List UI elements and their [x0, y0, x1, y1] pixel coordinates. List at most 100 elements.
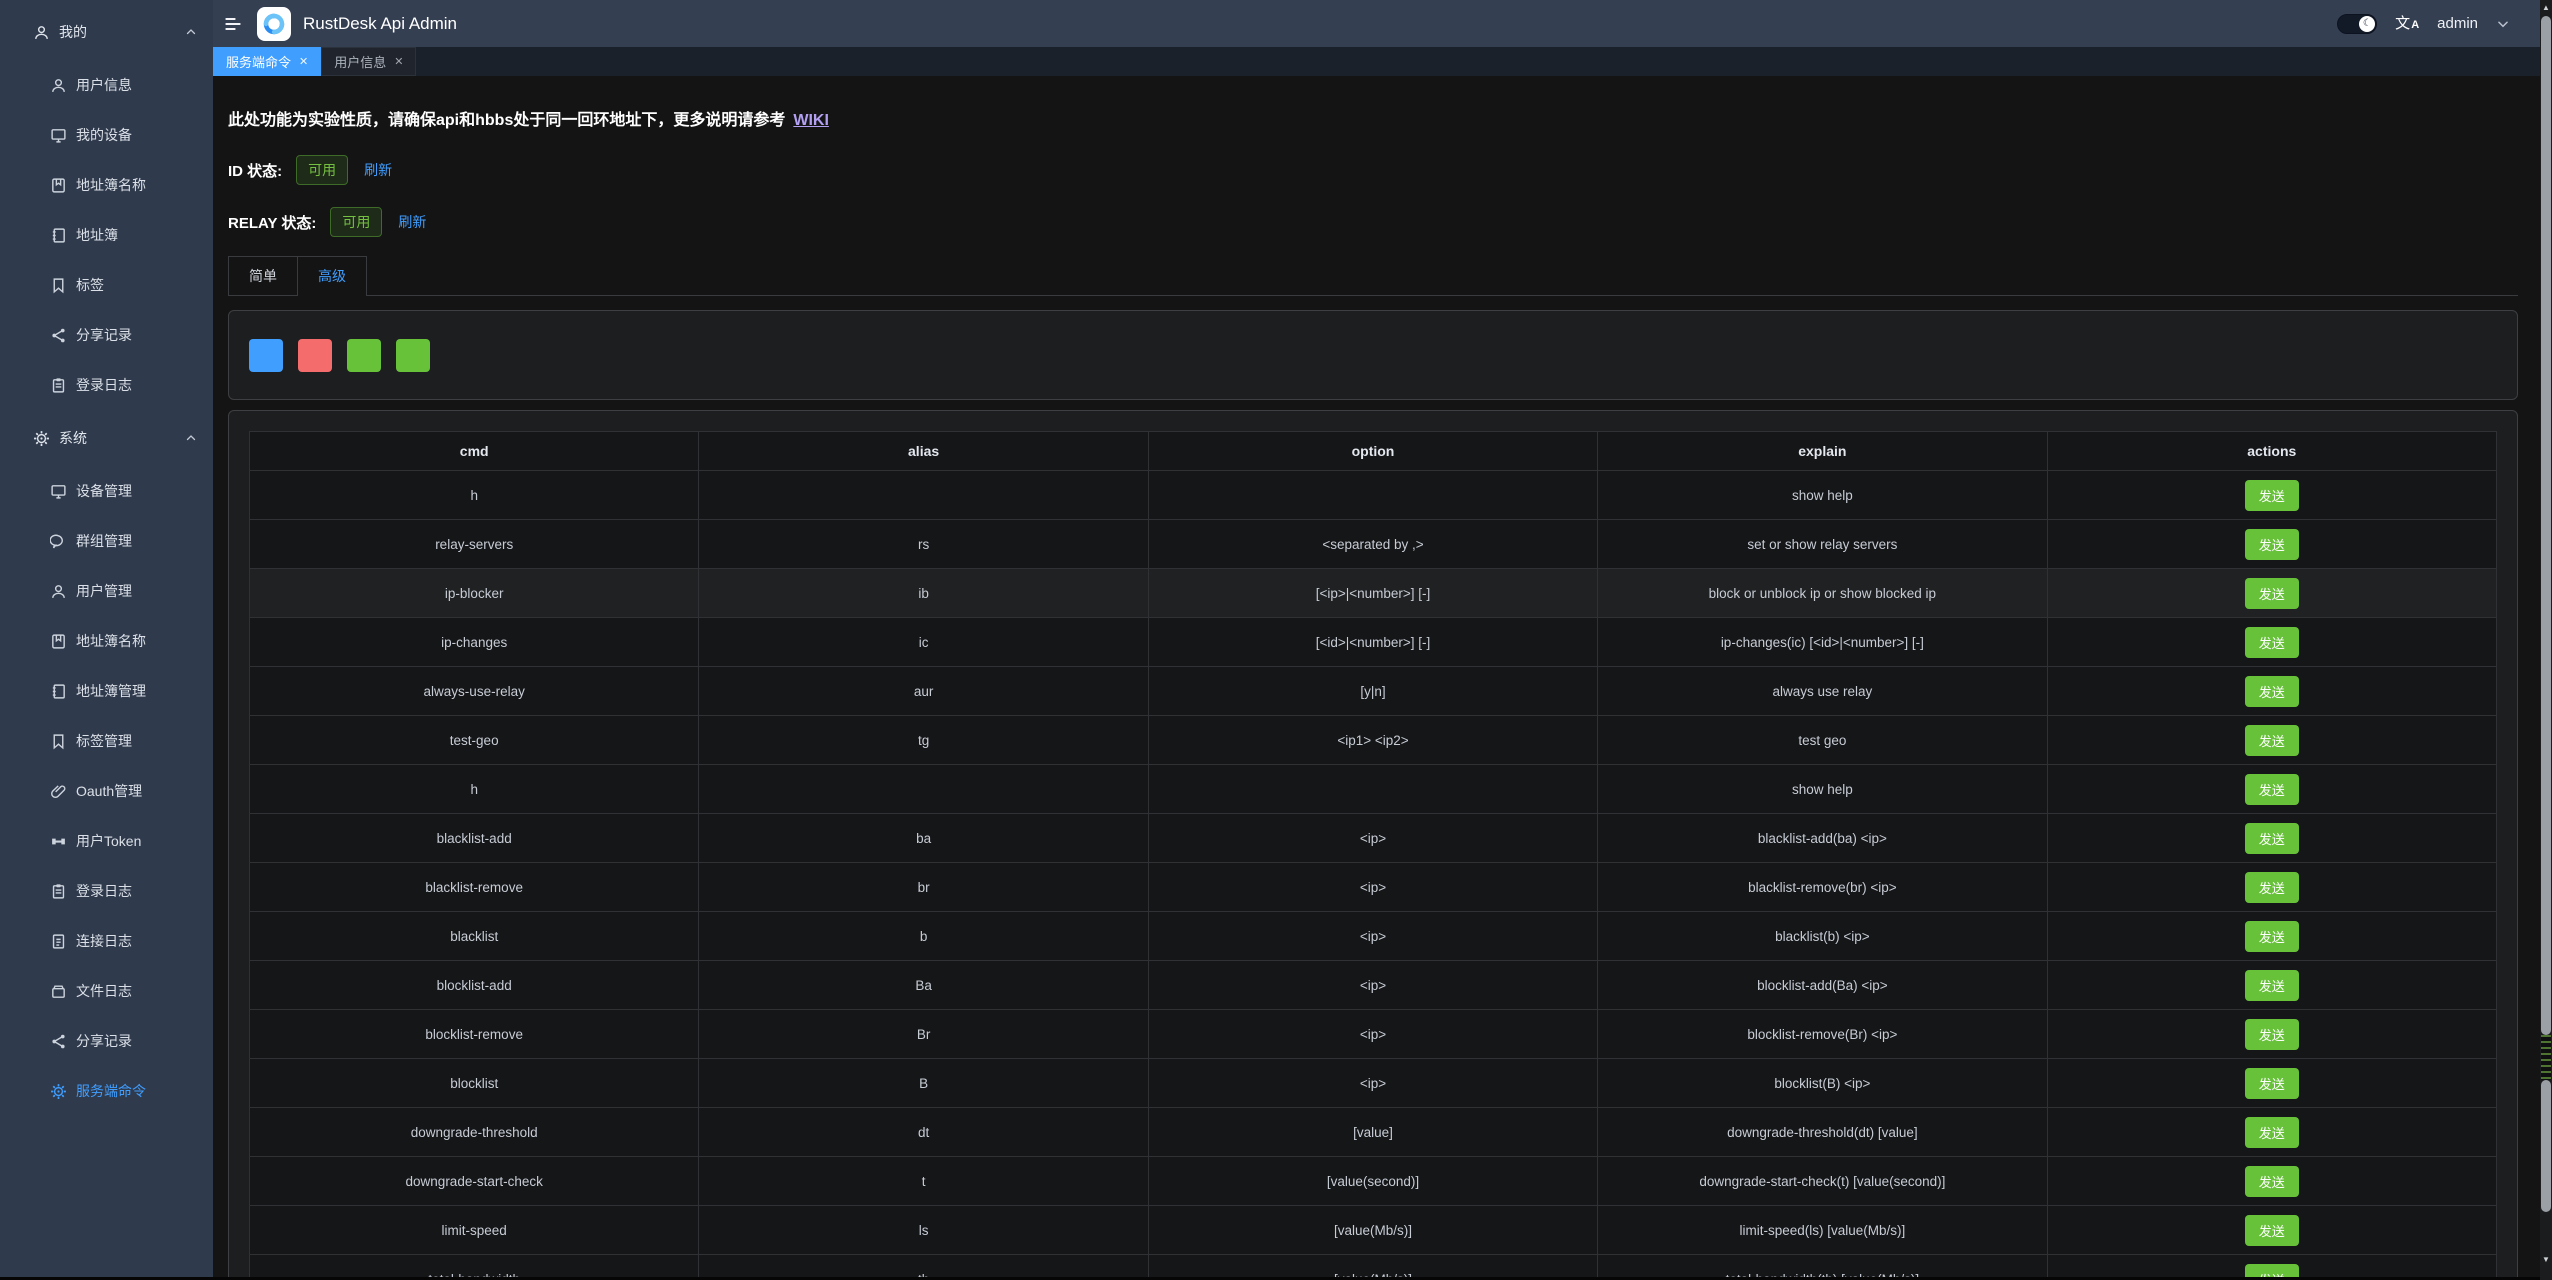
- vertical-scrollbar[interactable]: [2540, 0, 2552, 1280]
- send-button[interactable]: 发送: [2245, 1019, 2299, 1050]
- sidebar-item-地址簿[interactable]: 地址簿: [0, 210, 213, 260]
- send-button[interactable]: 发送: [2245, 1068, 2299, 1099]
- scrollbar-thumb[interactable]: [2541, 1080, 2551, 1212]
- cell-cmd: blacklist-remove: [250, 863, 699, 912]
- sidebar-section-header[interactable]: 系统: [0, 410, 213, 466]
- send-button[interactable]: 发送: [2245, 774, 2299, 805]
- sidebar-item-连接日志[interactable]: 连接日志: [0, 916, 213, 966]
- sidebar-item-我的设备[interactable]: 我的设备: [0, 110, 213, 160]
- sidebar-item-分享记录[interactable]: 分享记录: [0, 1016, 213, 1066]
- language-switch-icon[interactable]: 文 A: [2395, 16, 2419, 31]
- toolbar-button[interactable]: [298, 339, 332, 372]
- cell-explain: downgrade-start-check(t) [value(second)]: [1598, 1157, 2047, 1206]
- cell-alias: rs: [699, 520, 1148, 569]
- refresh-link[interactable]: 刷新: [398, 212, 426, 232]
- send-button[interactable]: 发送: [2245, 872, 2299, 903]
- cell-actions: 发送: [2047, 520, 2496, 569]
- cell-cmd: downgrade-threshold: [250, 1108, 699, 1157]
- open-tab[interactable]: 服务端命令: [213, 47, 321, 76]
- mode-tab[interactable]: 简单: [228, 256, 298, 295]
- cell-explain: show help: [1598, 471, 2047, 520]
- sidebar-item-分享记录[interactable]: 分享记录: [0, 310, 213, 360]
- cell-explain: show help: [1598, 765, 2047, 814]
- send-button[interactable]: 发送: [2245, 578, 2299, 609]
- send-button[interactable]: 发送: [2245, 1166, 2299, 1197]
- toolbar-button[interactable]: [249, 339, 283, 372]
- app-title: RustDesk Api Admin: [303, 14, 457, 34]
- sidebar-item-地址簿名称[interactable]: 地址簿名称: [0, 616, 213, 666]
- send-button[interactable]: 发送: [2245, 823, 2299, 854]
- app-logo: [257, 7, 291, 41]
- refresh-link[interactable]: 刷新: [364, 160, 392, 180]
- cell-explain: blocklist-remove(Br) <ip>: [1598, 1010, 2047, 1059]
- sidebar-item-标签[interactable]: 标签: [0, 260, 213, 310]
- toolbar-card: [228, 310, 2518, 400]
- send-button[interactable]: 发送: [2245, 480, 2299, 511]
- send-button[interactable]: 发送: [2245, 1215, 2299, 1246]
- send-button[interactable]: 发送: [2245, 921, 2299, 952]
- cell-actions: 发送: [2047, 961, 2496, 1010]
- status-badge[interactable]: 可用: [296, 155, 348, 185]
- scrollbar-thumb[interactable]: [2541, 16, 2551, 1035]
- cell-cmd: always-use-relay: [250, 667, 699, 716]
- sidebar-item-用户信息[interactable]: 用户信息: [0, 60, 213, 110]
- cell-actions: 发送: [2047, 471, 2496, 520]
- bookmark-icon: [50, 733, 67, 750]
- close-icon[interactable]: [394, 55, 403, 68]
- cell-alias: aur: [699, 667, 1148, 716]
- header-actions: 文 A admin: [2337, 14, 2540, 34]
- cell-actions: 发送: [2047, 765, 2496, 814]
- open-tab[interactable]: 用户信息: [321, 47, 416, 76]
- gear-icon: [33, 430, 50, 447]
- send-button[interactable]: 发送: [2245, 725, 2299, 756]
- table-row: limit-speed ls [value(Mb/s)] limit-speed…: [250, 1206, 2497, 1255]
- close-icon[interactable]: [299, 55, 308, 68]
- sidebar-item-登录日志[interactable]: 登录日志: [0, 866, 213, 916]
- scroll-up-icon[interactable]: [2540, 0, 2552, 14]
- sidebar-item-设备管理[interactable]: 设备管理: [0, 466, 213, 516]
- sidebar-item-用户管理[interactable]: 用户管理: [0, 566, 213, 616]
- cell-cmd: h: [250, 471, 699, 520]
- cell-alias: t: [699, 1157, 1148, 1206]
- cell-actions: 发送: [2047, 1059, 2496, 1108]
- sidebar-section-header[interactable]: 我的: [0, 4, 213, 60]
- sidebar-item-服务端命令[interactable]: 服务端命令: [0, 1066, 213, 1116]
- sidebar-item-label: 分享记录: [76, 1031, 132, 1051]
- chevron-down-icon[interactable]: [2496, 17, 2510, 31]
- toolbar-button[interactable]: [396, 339, 430, 372]
- send-button[interactable]: 发送: [2245, 970, 2299, 1001]
- theme-toggle[interactable]: [2337, 14, 2377, 34]
- status-badge[interactable]: 可用: [330, 207, 382, 237]
- cell-actions: 发送: [2047, 1157, 2496, 1206]
- chevron-up-icon[interactable]: [185, 432, 197, 444]
- user-icon: [50, 77, 67, 94]
- sidebar-item-标签管理[interactable]: 标签管理: [0, 716, 213, 766]
- toolbar-button[interactable]: [347, 339, 381, 372]
- table-row: blocklist-add Ba <ip> blocklist-add(Ba) …: [250, 961, 2497, 1010]
- sidebar-item-文件日志[interactable]: 文件日志: [0, 966, 213, 1016]
- sidebar-item-地址簿管理[interactable]: 地址簿管理: [0, 666, 213, 716]
- wiki-link[interactable]: WIKI: [793, 112, 829, 129]
- sidebar-item-群组管理[interactable]: 群组管理: [0, 516, 213, 566]
- user-menu[interactable]: admin: [2437, 15, 2478, 32]
- status-label: ID 状态:: [228, 160, 282, 181]
- send-button[interactable]: 发送: [2245, 627, 2299, 658]
- send-button[interactable]: 发送: [2245, 529, 2299, 560]
- cell-explain: ip-changes(ic) [<id>|<number>] [-]: [1598, 618, 2047, 667]
- send-button[interactable]: 发送: [2245, 1117, 2299, 1148]
- sidebar-item-用户Token[interactable]: 用户Token: [0, 816, 213, 866]
- mode-tab[interactable]: 高级: [298, 256, 367, 295]
- cell-cmd: blacklist-add: [250, 814, 699, 863]
- sidebar-section-label: 系统: [59, 428, 87, 448]
- collapse-sidebar-icon[interactable]: [223, 14, 243, 34]
- sidebar-item-Oauth管理[interactable]: Oauth管理: [0, 766, 213, 816]
- send-button[interactable]: 发送: [2245, 676, 2299, 707]
- sidebar-item-登录日志[interactable]: 登录日志: [0, 360, 213, 410]
- cell-explain: blocklist(B) <ip>: [1598, 1059, 2047, 1108]
- book-icon: [50, 633, 67, 650]
- cell-actions: 发送: [2047, 618, 2496, 667]
- sidebar-item-地址簿名称[interactable]: 地址簿名称: [0, 160, 213, 210]
- share-icon: [50, 327, 67, 344]
- scroll-down-icon[interactable]: [2540, 1252, 2552, 1266]
- chevron-up-icon[interactable]: [185, 26, 197, 38]
